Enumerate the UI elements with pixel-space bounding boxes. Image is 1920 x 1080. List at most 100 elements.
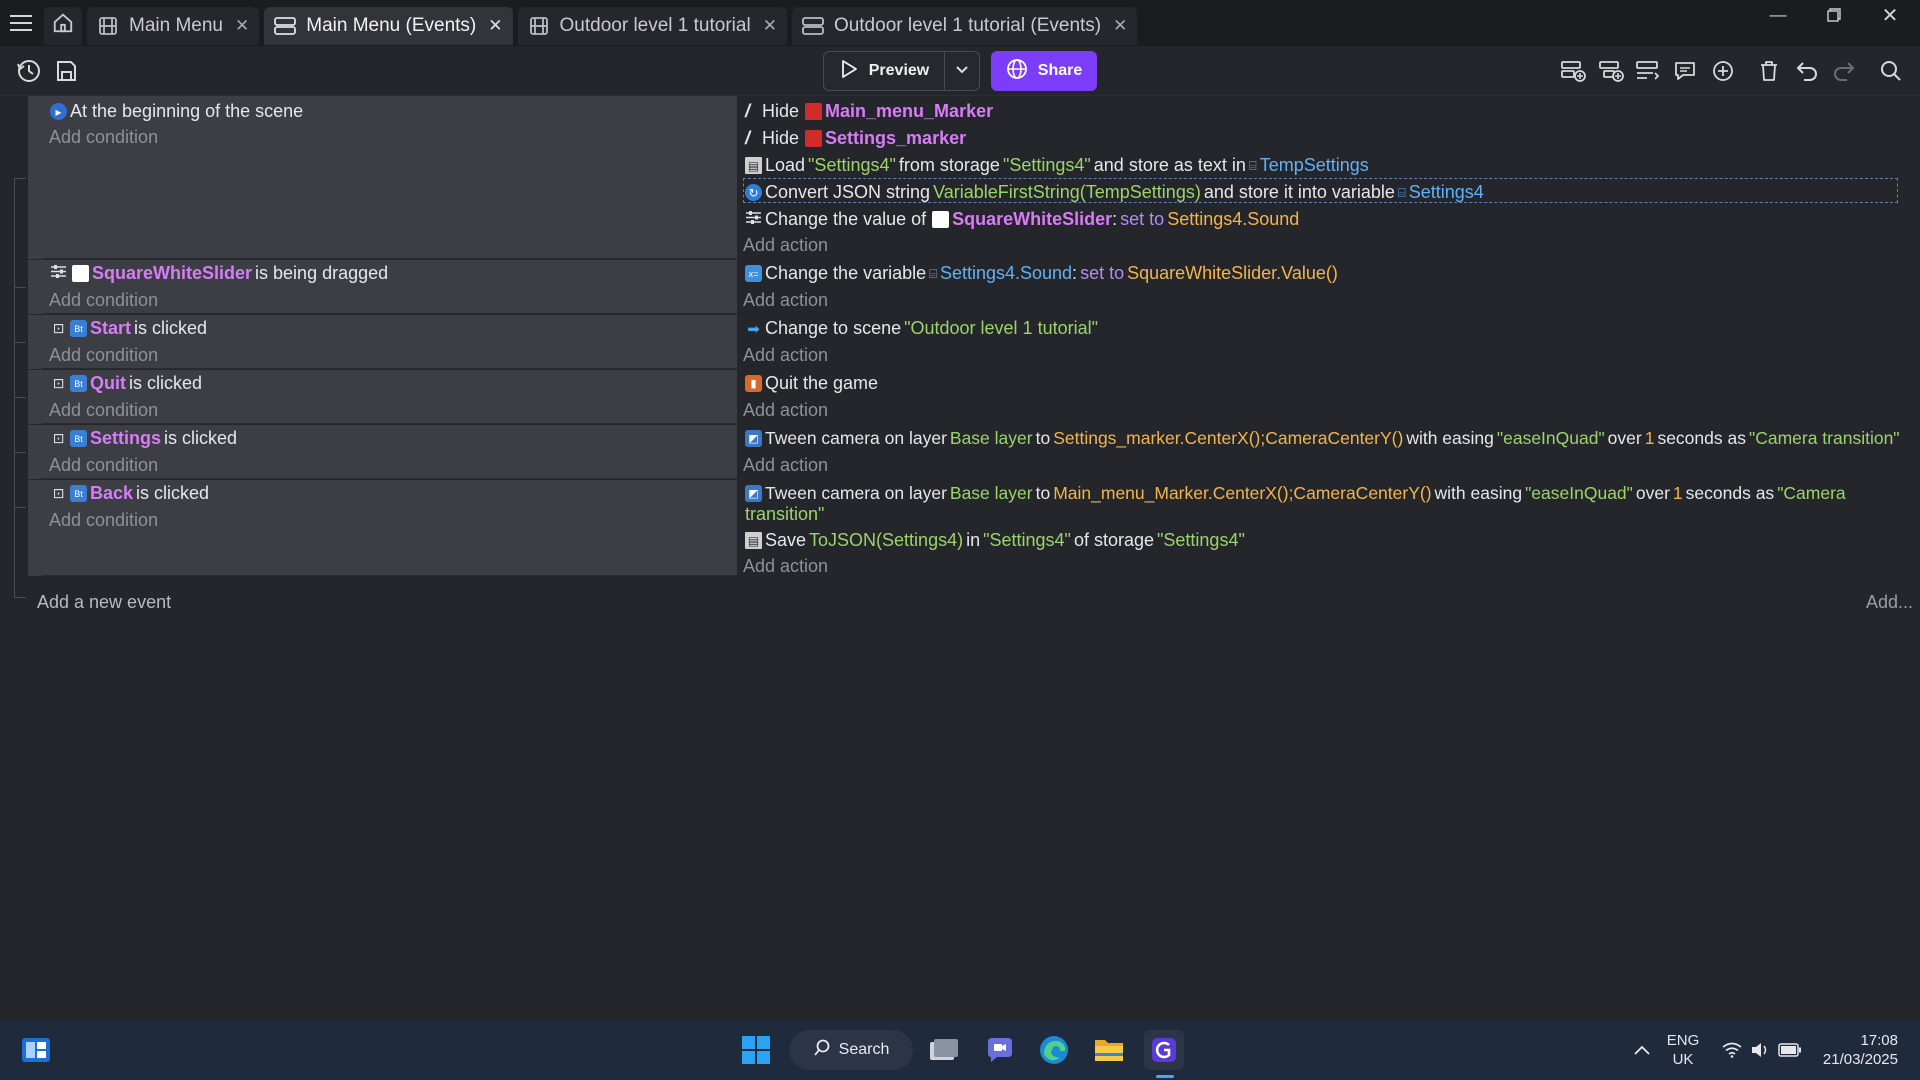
- add-group-icon[interactable]: [1631, 54, 1665, 88]
- condition-row[interactable]: SquareWhiteSlider is being dragged: [50, 263, 388, 284]
- add-action-link[interactable]: Add action: [743, 400, 828, 421]
- tab-outdoor-level-1-tutorial-events[interactable]: Outdoor level 1 tutorial (Events) ✕: [791, 7, 1138, 45]
- add-action-link[interactable]: Add action: [743, 455, 828, 476]
- edge-browser-icon[interactable]: [1034, 1030, 1074, 1070]
- restore-icon[interactable]: [1806, 0, 1862, 30]
- clock[interactable]: 17:08 21/03/2025: [1810, 1031, 1910, 1069]
- tab-outdoor-level-1-tutorial[interactable]: Outdoor level 1 tutorial ✕: [517, 7, 787, 45]
- add-condition-link[interactable]: Add condition: [49, 455, 158, 476]
- add-condition-link[interactable]: Add condition: [49, 345, 158, 366]
- file-explorer-icon[interactable]: [1089, 1030, 1129, 1070]
- redo-icon[interactable]: [1827, 54, 1861, 88]
- event-actions[interactable]: ◩ Tween camera on layer Base layer to Se…: [739, 425, 1918, 479]
- event-actions[interactable]: x= Change the variable ⌸ Settings4.Sound…: [739, 260, 1918, 314]
- string-param: "easeInQuad": [1496, 428, 1605, 448]
- add-circle-icon[interactable]: [1706, 54, 1740, 88]
- condition-row[interactable]: ⊡ Bt Quit is clicked: [50, 373, 202, 394]
- task-view-icon[interactable]: [924, 1030, 964, 1070]
- tab-main-menu-events[interactable]: Main Menu (Events) ✕: [264, 7, 513, 45]
- event-gutter: [28, 96, 42, 259]
- event-conditions[interactable]: ⊡ Bt Start is clicked Add condition: [42, 315, 737, 369]
- action-row[interactable]: ◩ Tween camera on layer Base layer to Ma…: [745, 483, 1846, 504]
- event-actions[interactable]: ◩ Tween camera on layer Base layer to Ma…: [739, 480, 1918, 576]
- object-name: Settings_marker: [825, 128, 967, 148]
- string-param: "Outdoor level 1 tutorial": [904, 318, 1098, 338]
- add-action-link[interactable]: Add action: [743, 345, 828, 366]
- event-gutter: [28, 370, 42, 424]
- event-conditions[interactable]: ▸ At the beginning of the scene Add cond…: [42, 96, 737, 259]
- play-icon: [839, 59, 859, 84]
- close-tab-icon[interactable]: ✕: [763, 16, 777, 36]
- tree-guide: [14, 178, 26, 179]
- minimize-icon[interactable]: —: [1750, 0, 1806, 30]
- close-window-icon[interactable]: ✕: [1862, 0, 1918, 30]
- mouse-click-icon: ⊡: [52, 430, 65, 446]
- add-condition-link[interactable]: Add condition: [49, 290, 158, 311]
- add-new-event-link[interactable]: Add a new event: [37, 592, 171, 613]
- event-conditions[interactable]: ⊡ Bt Quit is clicked Add condition: [42, 370, 737, 424]
- chevron-up-icon[interactable]: [1622, 1030, 1662, 1070]
- action-text: Tween camera on layer: [765, 428, 947, 448]
- add-action-link[interactable]: Add action: [743, 290, 828, 311]
- gdevelop-app-icon[interactable]: [1144, 1030, 1184, 1070]
- undo-icon[interactable]: [1790, 54, 1824, 88]
- widgets-icon[interactable]: [16, 1030, 56, 1070]
- chat-icon[interactable]: [980, 1030, 1020, 1070]
- event-actions[interactable]: / Hide Main_menu_Marker / Hide Settings_…: [739, 96, 1918, 259]
- start-icon[interactable]: [736, 1030, 776, 1070]
- condition-row[interactable]: ⊡ Bt Settings is clicked: [50, 428, 237, 449]
- event-actions[interactable]: ➡ Change to scene "Outdoor level 1 tutor…: [739, 315, 1918, 369]
- action-row[interactable]: ↻ Convert JSON string VariableFirstStrin…: [745, 182, 1484, 203]
- condition-row[interactable]: ⊡ Bt Back is clicked: [50, 483, 209, 504]
- action-row[interactable]: ▤ Load "Settings4" from storage "Setting…: [745, 155, 1369, 176]
- events-icon: [802, 16, 824, 36]
- save-icon[interactable]: [49, 54, 83, 88]
- home-tab[interactable]: [44, 7, 82, 45]
- add-condition-link[interactable]: Add condition: [49, 510, 158, 531]
- string-param: "Settings4": [1157, 530, 1245, 550]
- button-object-icon: Bt: [70, 375, 87, 392]
- camera-tween-icon: ◩: [745, 430, 762, 447]
- action-row[interactable]: x= Change the variable ⌸ Settings4.Sound…: [745, 263, 1338, 284]
- search-icon[interactable]: [1874, 54, 1908, 88]
- add-condition-link[interactable]: Add condition: [49, 127, 158, 148]
- taskbar-search[interactable]: Search: [789, 1030, 913, 1070]
- event-conditions[interactable]: SquareWhiteSlider is being dragged Add c…: [42, 260, 737, 314]
- close-tab-icon[interactable]: ✕: [1113, 16, 1127, 36]
- close-tab-icon[interactable]: ✕: [235, 16, 249, 36]
- language-indicator[interactable]: ENG UK: [1662, 1031, 1704, 1069]
- share-button[interactable]: Share: [991, 51, 1097, 91]
- action-row[interactable]: ▮ Quit the game: [745, 373, 878, 394]
- exit-door-icon: ▮: [745, 375, 762, 392]
- action-row[interactable]: / Hide Main_menu_Marker: [745, 101, 993, 122]
- add-more-link[interactable]: Add...: [1866, 592, 1913, 613]
- event-actions[interactable]: ▮ Quit the game Add action: [739, 370, 1918, 424]
- close-tab-icon[interactable]: ✕: [488, 16, 502, 36]
- event-conditions[interactable]: ⊡ Bt Settings is clicked Add condition: [42, 425, 737, 479]
- add-event-icon[interactable]: [1556, 54, 1590, 88]
- add-action-link[interactable]: Add action: [743, 235, 828, 256]
- action-row[interactable]: Change the value of SquareWhiteSlider: s…: [745, 209, 1299, 230]
- action-row[interactable]: / Hide Settings_marker: [745, 128, 966, 149]
- hamburger-menu-icon[interactable]: [0, 0, 44, 46]
- object-name: SquareWhiteSlider: [92, 263, 253, 283]
- condition-row[interactable]: ⊡ Bt Start is clicked: [50, 318, 207, 339]
- action-row[interactable]: ➡ Change to scene "Outdoor level 1 tutor…: [745, 318, 1098, 339]
- condition-row[interactable]: ▸ At the beginning of the scene: [50, 101, 303, 122]
- trash-icon[interactable]: [1752, 54, 1786, 88]
- add-action-link[interactable]: Add action: [743, 556, 828, 577]
- preview-button[interactable]: Preview: [823, 51, 945, 91]
- add-subevent-icon[interactable]: [1594, 54, 1628, 88]
- tab-main-menu[interactable]: Main Menu ✕: [87, 7, 260, 45]
- add-condition-link[interactable]: Add condition: [49, 400, 158, 421]
- hide-icon: /: [745, 101, 751, 121]
- action-row[interactable]: ▤ Save ToJSON(Settings4) in "Settings4" …: [745, 530, 1245, 551]
- comment-icon[interactable]: [1668, 54, 1702, 88]
- event-conditions[interactable]: ⊡ Bt Back is clicked Add condition: [42, 480, 737, 576]
- preview-options-button[interactable]: [944, 51, 980, 91]
- gdevelop-window: Main Menu ✕ Main Menu (Events) ✕ Outdoor…: [0, 0, 1920, 1080]
- battery-icon[interactable]: [1770, 1030, 1810, 1070]
- json-convert-icon: ↻: [745, 184, 762, 201]
- history-icon[interactable]: [12, 54, 46, 88]
- action-row[interactable]: ◩ Tween camera on layer Base layer to Se…: [745, 428, 1900, 449]
